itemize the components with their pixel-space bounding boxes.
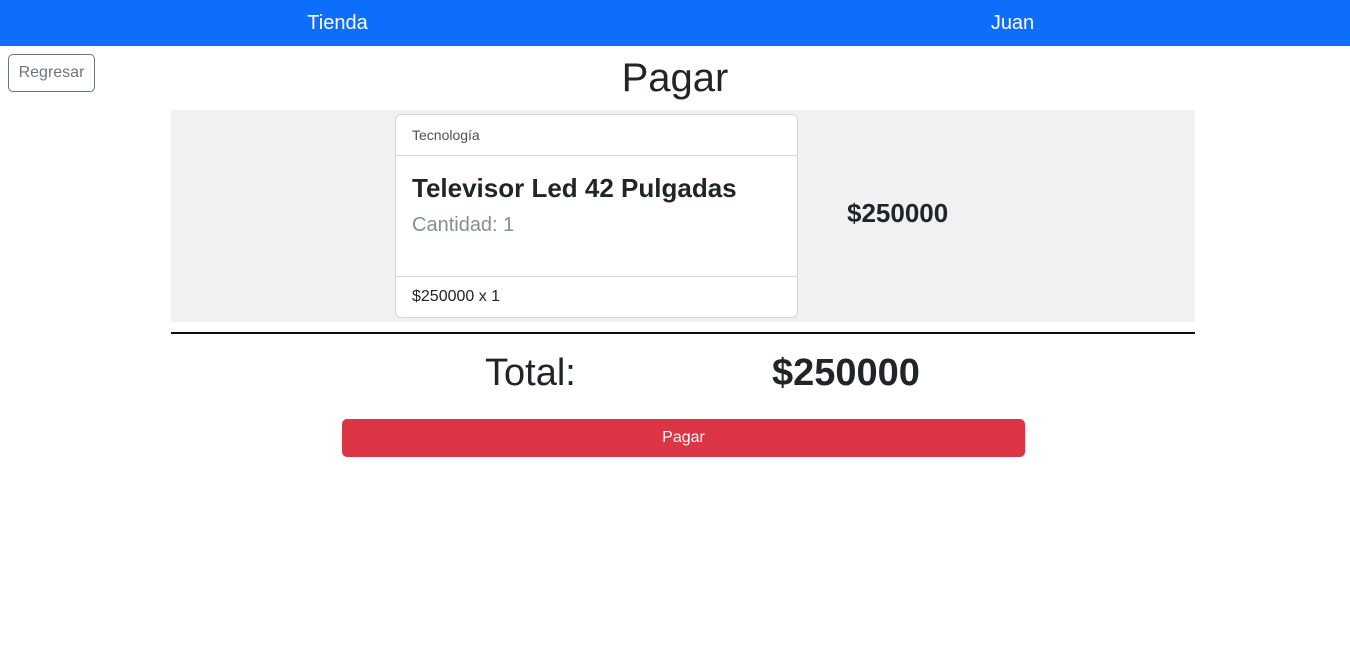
cart-item-row: Tecnología Televisor Led 42 Pulgadas Can… xyxy=(171,110,1195,322)
navbar: Tienda Juan xyxy=(0,0,1350,46)
product-quantity: Cantidad: 1 xyxy=(412,214,515,236)
nav-brand[interactable]: Tienda xyxy=(0,0,675,46)
product-unit-price: $250000 x 1 xyxy=(396,276,797,317)
line-total: $250000 xyxy=(847,198,949,228)
product-card-body: Televisor Led 42 Pulgadas Cantidad: 1 xyxy=(396,156,797,276)
total-label: Total: xyxy=(485,352,576,394)
divider xyxy=(171,332,1195,334)
product-category: Tecnología xyxy=(396,115,797,156)
total-value: $250000 xyxy=(772,352,920,394)
page-title: Pagar xyxy=(621,56,729,100)
product-name: Televisor Led 42 Pulgadas xyxy=(412,173,737,203)
pay-button[interactable]: Pagar xyxy=(342,419,1025,457)
product-card: Tecnología Televisor Led 42 Pulgadas Can… xyxy=(395,114,798,318)
nav-user[interactable]: Juan xyxy=(675,0,1350,46)
